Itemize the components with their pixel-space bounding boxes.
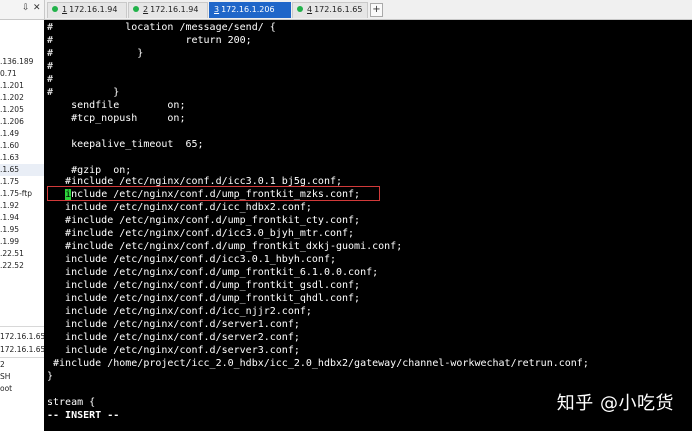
session-item[interactable]: .1.94: [0, 212, 44, 224]
terminal-line: include /etc/nginx/conf.d/server3.conf;: [47, 345, 300, 356]
session-item-selected[interactable]: .1.65: [0, 164, 44, 176]
tab-4[interactable]: 4 172.16.1.65: [292, 2, 368, 18]
session-item[interactable]: .136.189: [0, 56, 44, 68]
terminal-line: # }: [47, 87, 120, 98]
session-item[interactable]: 0.71: [0, 68, 44, 80]
terminal-line: keepalive_timeout 65;: [47, 139, 204, 150]
session-info: 172.16.1.65: [0, 332, 44, 341]
tab-label: 172.16.1.206: [221, 5, 275, 14]
session-item[interactable]: .1.75-ftp: [0, 188, 44, 200]
session-info: SH: [0, 372, 11, 381]
tab-label: 172.16.1.65: [314, 5, 363, 14]
session-item[interactable]: .1.60: [0, 140, 44, 152]
tab-bar: ⇩ ✕ 1 172.16.1.94 2 172.16.1.94 3 172.16.1.…: [0, 0, 692, 20]
terminal-line: # return 200;: [47, 35, 252, 46]
tab-number: 2: [143, 5, 149, 14]
terminal-line: #include /etc/nginx/conf.d/ump_frontkit_…: [47, 241, 403, 252]
close-icon[interactable]: ✕: [33, 3, 41, 13]
terminal-line: }: [47, 371, 54, 382]
terminal-line: include /etc/nginx/conf.d/icc_hdbx2.conf…: [47, 202, 312, 213]
terminal-line: # }: [47, 48, 144, 59]
session-item[interactable]: .1.205: [0, 104, 44, 116]
terminal-line: include /etc/nginx/conf.d/icc3.0.1_hbyh.…: [47, 254, 336, 265]
divider: [0, 357, 44, 358]
session-item[interactable]: .1.202: [0, 92, 44, 104]
terminal-line: include /etc/nginx/conf.d/icc_njjr2.conf…: [47, 306, 312, 317]
session-info: oot: [0, 384, 13, 393]
terminal-pane[interactable]: # location /message/send/ { # return 200…: [44, 20, 692, 431]
terminal-line: include /etc/nginx/conf.d/ump_frontkit_g…: [47, 280, 361, 291]
session-item[interactable]: .1.63: [0, 152, 44, 164]
terminal-line: #: [47, 74, 54, 85]
session-info: 172.16.1.65: [0, 345, 44, 354]
terminal-line: #include /home/project/icc_2.0_hdbx/icc_…: [47, 358, 589, 369]
session-info: 2: [0, 360, 5, 369]
session-item[interactable]: .22.51: [0, 248, 44, 260]
session-controls: ⇩ ✕: [0, 0, 45, 19]
terminal-line: include /etc/nginx/conf.d/ump_frontkit_q…: [47, 293, 361, 304]
terminal-line: include /etc/nginx/conf.d/server1.conf;: [47, 319, 300, 330]
session-sidebar: .136.189 0.71 .1.201 .1.202 .1.205 .1.20…: [0, 20, 45, 431]
session-item[interactable]: .22.52: [0, 260, 44, 272]
connected-dot-icon: [297, 6, 303, 12]
tab-3[interactable]: 3 172.16.1.206: [209, 2, 291, 18]
connected-dot-icon: [133, 6, 139, 12]
tab-label: 172.16.1.94: [69, 5, 118, 14]
tab-2[interactable]: 2 172.16.1.94: [128, 2, 208, 18]
terminal-line: #include /etc/nginx/conf.d/ump_frontkit_…: [47, 215, 361, 226]
terminal-line: #: [47, 61, 54, 72]
connected-dot-icon: [52, 6, 58, 12]
terminal-line: #include /etc/nginx/conf.d/icc3.0_bjyh_m…: [47, 228, 355, 239]
session-item[interactable]: .1.49: [0, 128, 44, 140]
vim-mode-indicator: -- INSERT --: [47, 410, 120, 421]
highlight-box: [47, 186, 380, 201]
watermark: 知乎 @小吃货: [556, 393, 674, 414]
new-tab-button[interactable]: +: [370, 3, 383, 17]
terminal-line: # location /message/send/ {: [47, 22, 276, 33]
tab-number: 4: [307, 5, 313, 14]
session-item[interactable]: .1.99: [0, 236, 44, 248]
session-item[interactable]: .1.95: [0, 224, 44, 236]
session-item[interactable]: .1.92: [0, 200, 44, 212]
session-item[interactable]: .1.206: [0, 116, 44, 128]
tab-number: 1: [62, 5, 68, 14]
terminal-line: sendfile on;: [47, 100, 186, 111]
tab-label: 172.16.1.94: [150, 5, 199, 14]
tab-number: 3: [214, 5, 220, 14]
session-item[interactable]: .1.201: [0, 80, 44, 92]
terminal-line: include /etc/nginx/conf.d/server2.conf;: [47, 332, 300, 343]
terminal-line: include /etc/nginx/conf.d/ump_frontkit_6…: [47, 267, 379, 278]
session-item[interactable]: .1.75: [0, 176, 44, 188]
terminal-line: stream {: [47, 397, 96, 408]
divider: [0, 326, 44, 327]
tab-1[interactable]: 1 172.16.1.94: [47, 2, 127, 18]
pin-icon[interactable]: ⇩: [22, 3, 30, 13]
terminal-line: #tcp_nopush on;: [47, 113, 186, 124]
